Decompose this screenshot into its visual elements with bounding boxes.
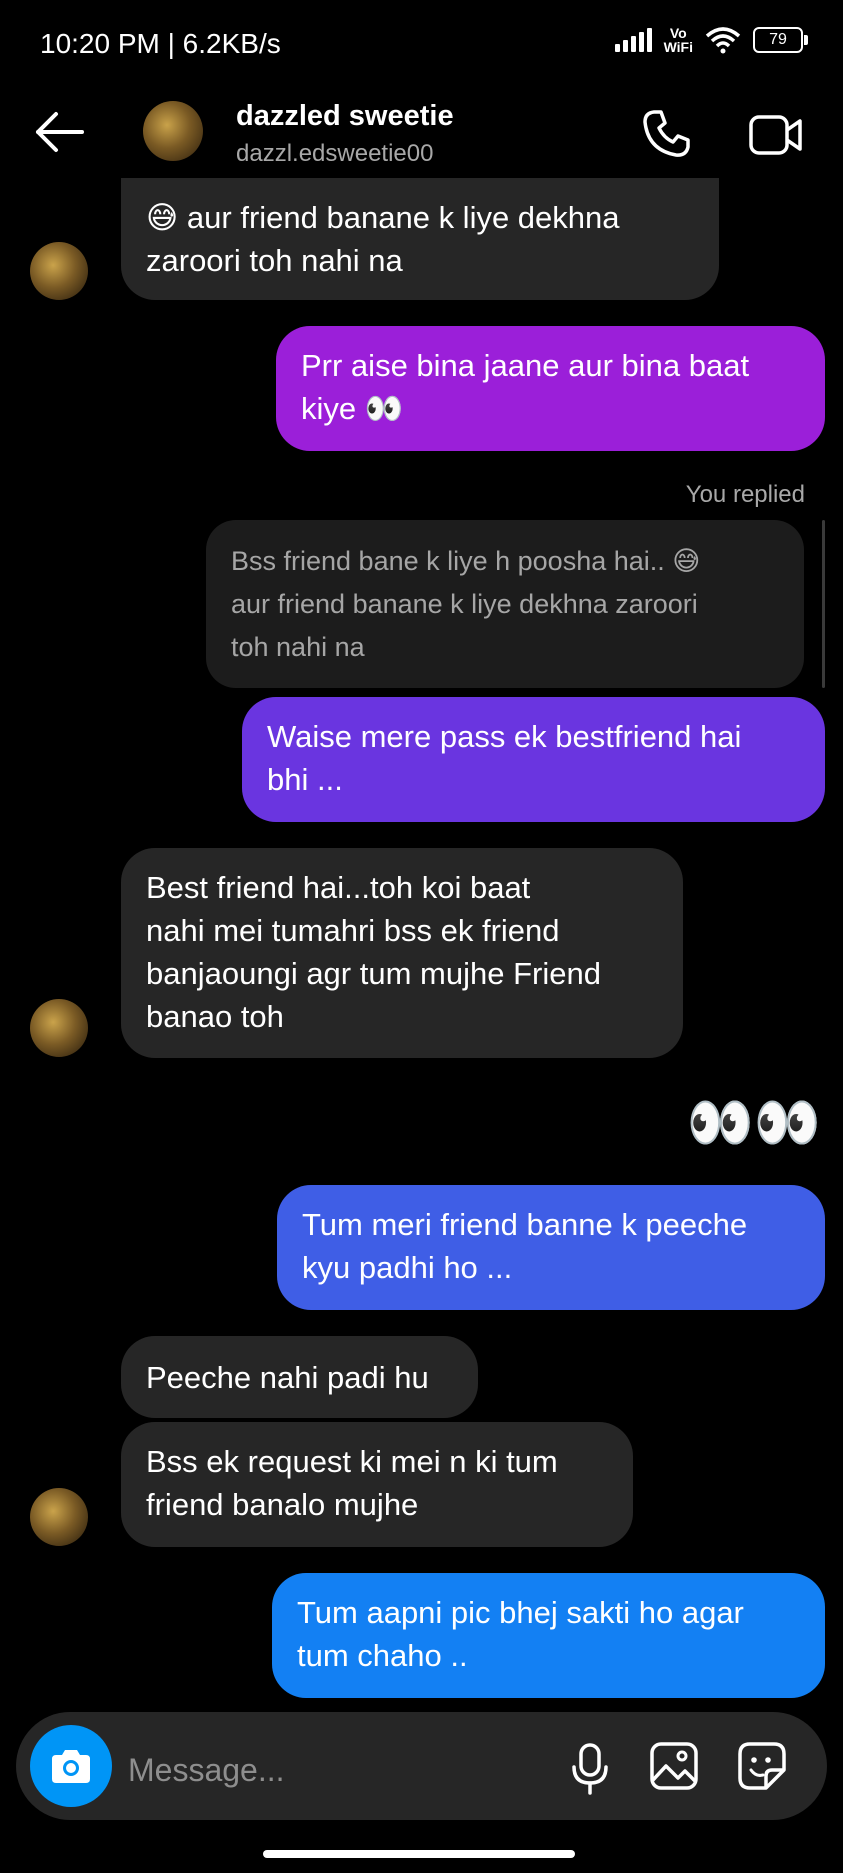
- microphone-icon[interactable]: [566, 1742, 614, 1796]
- signal-icon: [614, 28, 652, 52]
- chat-title[interactable]: dazzled sweetie: [236, 100, 454, 133]
- sender-avatar[interactable]: [30, 242, 88, 300]
- sent-message[interactable]: Prr aise bina jaane aur bina baat kiye 👀: [276, 326, 825, 451]
- sent-message[interactable]: Tum aapni pic bhej sakti ho agar tum cha…: [272, 1573, 825, 1698]
- chat-username[interactable]: dazzl.edsweetie00: [236, 140, 433, 168]
- sticker-icon[interactable]: [736, 1740, 788, 1792]
- home-indicator[interactable]: [263, 1850, 575, 1858]
- sender-avatar[interactable]: [30, 999, 88, 1057]
- received-message[interactable]: 😅 aur friend banane k liye dekhna zaroor…: [121, 178, 719, 300]
- reply-bar: [822, 520, 825, 688]
- gallery-icon[interactable]: [648, 1740, 700, 1792]
- sent-emoji-message[interactable]: 👀👀: [687, 1092, 821, 1154]
- message-input[interactable]: [128, 1745, 548, 1795]
- video-camera-icon[interactable]: [748, 110, 804, 160]
- camera-icon: [52, 1750, 90, 1783]
- sender-avatar[interactable]: [30, 1488, 88, 1546]
- battery-indicator: 79: [753, 27, 808, 53]
- back-arrow-icon[interactable]: [30, 100, 90, 160]
- status-time: 10:20 PM | 6.2KB/s: [40, 28, 281, 59]
- sent-message[interactable]: Tum meri friend banne k peeche kyu padhi…: [277, 1185, 825, 1310]
- phone-icon[interactable]: [640, 108, 692, 160]
- received-message[interactable]: Peeche nahi padi hu: [121, 1336, 478, 1418]
- received-message[interactable]: Best friend hai...toh koi baat nahi mei …: [121, 848, 683, 1058]
- reply-label: You replied: [685, 481, 805, 508]
- received-message[interactable]: Bss ek request ki mei n ki tum friend ba…: [121, 1422, 633, 1547]
- status-icons: Vo WiFi 79: [614, 25, 808, 55]
- reply-quote[interactable]: Bss friend bane k liye h poosha hai.. 😅 …: [206, 520, 804, 688]
- header-avatar[interactable]: [143, 101, 203, 161]
- wifi-icon: [705, 27, 741, 54]
- vowifi-label: Vo WiFi: [663, 25, 693, 55]
- sent-message[interactable]: Waise mere pass ek bestfriend hai bhi ..…: [242, 697, 825, 822]
- camera-button[interactable]: [30, 1725, 112, 1807]
